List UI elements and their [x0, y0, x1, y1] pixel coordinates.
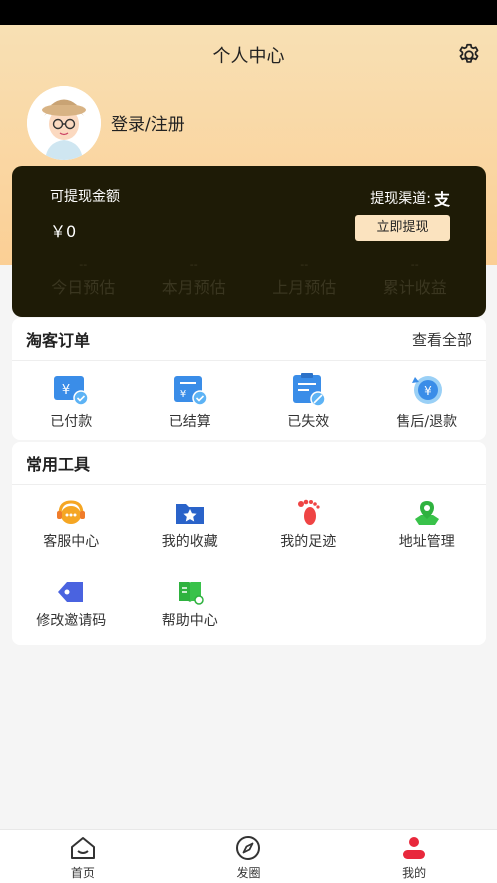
orders-header: 淘客订单 查看全部 [12, 318, 486, 361]
expired-icon [293, 373, 326, 407]
stat-total[interactable]: -- 累计收益 [365, 258, 465, 298]
tool-label: 客服中心 [43, 534, 100, 550]
stat-value: -- [79, 258, 88, 271]
nav-home[interactable]: 首页 [33, 830, 133, 883]
tag-icon [58, 582, 84, 602]
login-register-link[interactable]: 登录/注册 [111, 110, 185, 135]
order-expired-label: 已失效 [287, 414, 330, 430]
tools-panel: 常用工具 客服中心 我的收藏 我的足迹 地址管理 修改邀请码 帮助中心 [12, 442, 486, 645]
avatar[interactable] [27, 86, 101, 160]
orders-panel: 淘客订单 查看全部 ¥ 已付款 ¥ 已结算 已失效 ¥ 售后/退款 [12, 318, 486, 440]
home-icon [70, 837, 95, 859]
stat-label: 今日预估 [51, 278, 116, 297]
order-settled-label: 已结算 [168, 414, 211, 430]
withdraw-channel-label: 提现渠道: [370, 191, 431, 207]
bottom-nav: 首页 发圈 我的 [0, 829, 497, 883]
stat-last-month[interactable]: -- 上月预估 [254, 258, 354, 298]
svg-text:¥: ¥ [62, 383, 70, 398]
address-icon [414, 501, 439, 525]
refund-icon: ¥ [411, 376, 442, 404]
stat-today[interactable]: -- 今日预估 [33, 258, 133, 298]
tool-favorites[interactable]: 我的收藏 [131, 485, 250, 564]
favorites-icon [175, 504, 204, 524]
tool-label: 地址管理 [398, 534, 455, 550]
alipay-icon: 支 [433, 190, 450, 209]
tool-label: 我的收藏 [161, 534, 218, 550]
order-refund[interactable]: ¥ 售后/退款 [368, 361, 487, 431]
order-paid[interactable]: ¥ 已付款 [12, 361, 131, 431]
status-bar [0, 0, 497, 25]
tool-label: 帮助中心 [161, 613, 218, 629]
see-all-link[interactable]: 查看全部 [412, 329, 472, 350]
stat-label: 累计收益 [382, 278, 447, 297]
stat-this-month[interactable]: -- 本月预估 [144, 258, 244, 298]
withdrawable-label: 可提现金额 [50, 189, 120, 205]
nav-label: 我的 [402, 866, 427, 880]
customer-service-icon [57, 500, 86, 524]
withdraw-button[interactable]: 立即提现 [355, 215, 450, 241]
order-refund-label: 售后/退款 [396, 414, 458, 430]
withdrawable-amount: ￥0 [50, 222, 77, 241]
page-title: 个人中心 [212, 46, 285, 67]
order-expired[interactable]: 已失效 [249, 361, 368, 431]
tools-header: 常用工具 [12, 442, 486, 485]
orders-title: 淘客订单 [26, 331, 91, 350]
tool-footprint[interactable]: 我的足迹 [249, 485, 368, 564]
tool-invite-code[interactable]: 修改邀请码 [12, 564, 131, 643]
profile-icon [403, 837, 426, 859]
stat-value: -- [300, 258, 309, 271]
tool-address[interactable]: 地址管理 [368, 485, 487, 564]
nav-mine[interactable]: 我的 [364, 830, 464, 883]
nav-label: 首页 [70, 866, 95, 880]
tool-label: 我的足迹 [280, 534, 337, 550]
tools-title: 常用工具 [26, 455, 91, 474]
svg-text:¥: ¥ [424, 384, 432, 398]
nav-label: 发圈 [236, 866, 261, 880]
order-settled[interactable]: ¥ 已结算 [131, 361, 250, 431]
stat-label: 上月预估 [272, 278, 337, 297]
footprint-icon [298, 499, 320, 525]
stat-value: -- [410, 258, 419, 271]
compass-icon [236, 836, 261, 860]
withdraw-channel[interactable]: 提现渠道: 支 [370, 186, 450, 210]
tool-label: 修改邀请码 [36, 613, 107, 629]
settled-icon: ¥ [173, 376, 208, 406]
earnings-card: 可提现金额 ￥0 提现渠道: 支 立即提现 -- 今日预估 -- 本月预估 --… [12, 166, 486, 317]
tool-help-center[interactable]: 帮助中心 [131, 564, 250, 643]
nav-moments[interactable]: 发圈 [198, 830, 298, 883]
gear-icon[interactable] [456, 42, 482, 68]
tool-customer-service[interactable]: 客服中心 [12, 485, 131, 564]
stat-value: -- [189, 258, 198, 271]
paid-icon: ¥ [54, 376, 89, 406]
stat-label: 本月预估 [161, 278, 226, 297]
help-book-icon [178, 582, 204, 605]
order-paid-label: 已付款 [50, 414, 93, 430]
earnings-stats: -- 今日预估 -- 本月预估 -- 上月预估 -- 累计收益 [12, 258, 486, 298]
svg-text:¥: ¥ [180, 389, 186, 400]
